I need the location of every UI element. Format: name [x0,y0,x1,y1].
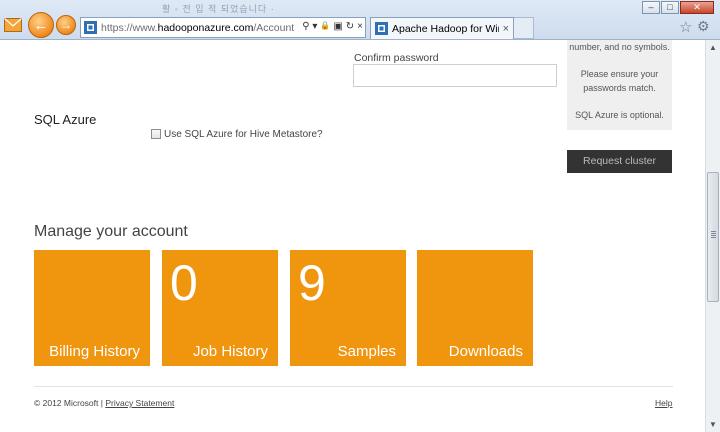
tile-downloads[interactable]: Downloads [417,250,533,366]
maximize-button[interactable]: □ [661,1,679,14]
url-path: /Account [253,21,295,34]
back-button[interactable]: ← [28,12,54,38]
tile-count: 9 [298,255,326,311]
scroll-up-icon[interactable]: ▲ [706,40,720,55]
compatibility-icon[interactable]: ▣ [333,21,342,32]
tile-billing-history[interactable]: Billing History [34,250,150,366]
footer-copyright: © 2012 Microsoft | Privacy Statement [34,398,174,408]
tile-label: Samples [337,343,396,360]
tile-samples[interactable]: 9 Samples [290,250,406,366]
url-prefix: https://www. [101,21,158,34]
back-arrow-icon: ← [33,16,49,34]
confirm-password-field[interactable] [353,64,557,87]
browser-chrome: 활 ◦ 전 입 적 되었습니다 · ← → https://www.hadoop… [0,0,720,40]
favorites-star-icon[interactable]: ☆ [679,18,692,36]
window-controls: – □ ✕ [641,1,714,14]
new-tab-button[interactable] [514,17,534,39]
refresh-icon[interactable]: ↻ [346,21,354,32]
close-window-button[interactable]: ✕ [680,1,714,14]
tab-hadoop[interactable]: Apache Hadoop for Windo... × [370,17,514,39]
side-panel-line: passwords match. [583,83,656,93]
manage-account-heading: Manage your account [34,223,188,240]
url-domain: hadooponazure.com [157,21,254,34]
page-viewport: Confirm password number, and no symbols.… [0,40,705,432]
sql-azure-checkbox-label[interactable]: Use SQL Azure for Hive Metastore? [164,129,323,140]
vertical-scrollbar[interactable]: ▲ ▼ [705,40,720,432]
side-panel-line: SQL Azure is optional. [575,110,664,120]
url-text: https://www.hadooponazure.com/Account [101,22,294,34]
address-bar[interactable]: https://www.hadooponazure.com/Account ⚲ … [80,17,366,38]
copyright-text: © 2012 Microsoft | [34,398,103,408]
search-dropdown-icon[interactable]: ⚲ ▾ [302,21,317,32]
help-link[interactable]: Help [655,398,672,408]
stop-icon[interactable]: × [357,21,363,32]
address-bar-icons: ⚲ ▾ 🔒 ▣ ↻ × [302,21,363,32]
tile-job-history[interactable]: 0 Job History [162,250,278,366]
footer-divider [34,386,673,387]
tile-label: Job History [192,343,268,360]
confirm-password-label: Confirm password [354,52,439,64]
sql-azure-heading: SQL Azure [34,112,97,127]
side-panel-line: number, and no symbols. [569,42,670,52]
side-panel-line: Please ensure your [580,69,659,79]
sql-azure-checkbox[interactable] [151,129,161,139]
tile-label: Downloads [448,343,523,360]
privacy-statement-link[interactable]: Privacy Statement [105,398,174,408]
lock-icon[interactable]: 🔒 [320,21,330,32]
tab-favicon-icon [375,22,388,35]
mail-icon[interactable] [4,18,22,32]
tile-count: 0 [170,255,198,311]
minimize-button[interactable]: – [642,1,660,14]
tab-label: Apache Hadoop for Windo... [392,22,499,35]
tile-label: Billing History [49,343,140,360]
tab-close-icon[interactable]: × [503,23,509,35]
scroll-down-icon[interactable]: ▼ [706,417,720,432]
forward-arrow-icon: → [60,18,72,32]
window-title: 활 ◦ 전 입 적 되었습니다 · [162,4,275,14]
ie-favicon-icon [84,21,97,34]
tools-gear-icon[interactable]: ⚙ [697,18,710,35]
forward-button[interactable]: → [56,15,76,35]
grip-icon [711,231,716,232]
request-cluster-button[interactable]: Request cluster [567,150,672,173]
scroll-thumb[interactable] [707,172,719,302]
